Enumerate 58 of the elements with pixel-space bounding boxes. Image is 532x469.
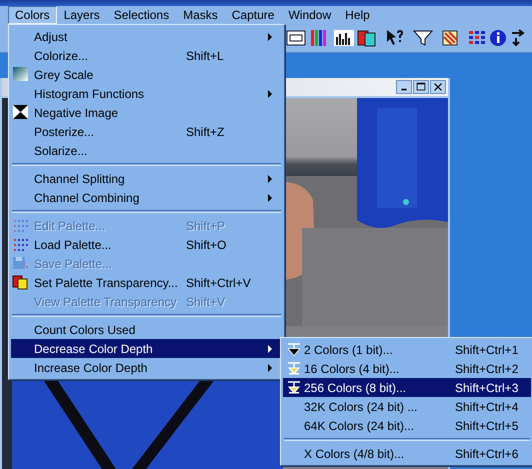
menu-bar-item[interactable]: Help [338,6,377,24]
menu-item[interactable]: Solarize... [11,141,282,160]
overlapping-squares-icon [12,274,29,290]
gradient-square-icon [12,66,29,82]
shortcut-text: Shift+Ctrl+V [186,276,252,290]
shortcut-text: Shift+V [186,294,226,308]
disk-icon [12,255,29,271]
histogram-icon[interactable] [334,29,354,47]
shortcut-text: Shift+Ctrl+4 [455,400,520,414]
shortcut-text: Shift+P [186,218,226,232]
dot-grid-icon [12,236,29,252]
menu-bar-item[interactable]: Colors [8,6,57,24]
menu-item[interactable]: 256 Colors (8 bit)... Shift+Ctrl+3 [283,378,531,397]
menu-bar-item[interactable]: Capture [224,6,282,24]
menu-item[interactable]: Grey Scale [11,65,282,84]
info-icon[interactable] [489,29,507,47]
menu-item[interactable]: Colorize... Shift+L [11,46,282,65]
shortcut-text: Shift+O [186,238,228,252]
menu-bar-item[interactable]: Selections [106,6,176,24]
menu-item[interactable]: 16 Colors (4 bit)... Shift+Ctrl+2 [283,359,531,378]
menu-item[interactable]: 2 Colors (1 bit)... Shift+Ctrl+1 [283,340,531,359]
hourglass-square-icon [12,104,29,120]
menu-item[interactable]: Set Palette Transparency... Shift+Ctrl+V [11,273,282,292]
down-arrow-icon [286,360,303,376]
shortcut-text: Shift+Ctrl+1 [455,342,520,356]
menu-item[interactable]: Channel Combining [11,188,282,207]
shortcut-text: Shift+Ctrl+6 [455,446,520,460]
menu-item[interactable]: Count Colors Used [11,320,282,339]
close-button[interactable] [430,80,446,94]
funnel-icon[interactable] [413,29,433,47]
window-icon[interactable] [286,29,306,47]
shortcut-text: Shift+Z [186,124,226,138]
menu-bar-item[interactable]: Layers [56,6,107,24]
two-squares-icon[interactable] [357,29,377,47]
menu-item[interactable]: Posterize... Shift+Z [11,122,282,141]
menu-item[interactable]: Channel Splitting [11,169,282,188]
menu-bar-item[interactable]: Window [281,6,338,24]
dot-grid-icon [12,217,29,233]
minimize-button[interactable] [396,80,412,94]
down-arrow-icon [286,379,303,395]
menu-item[interactable]: 32K Colors (24 bit) ... Shift+Ctrl+4 [283,397,531,416]
menu-item[interactable]: 64K Colors (24 bit)... Shift+Ctrl+5 [283,416,531,435]
shortcut-text: Shift+L [186,48,225,62]
menu-item[interactable]: Load Palette... Shift+O [11,235,282,254]
menu-item[interactable]: Negative Image [11,103,282,122]
menu-item[interactable]: Histogram Functions [11,84,282,103]
shortcut-text: Shift+Ctrl+3 [455,380,520,394]
maximize-button[interactable] [413,80,429,94]
color-bars-icon[interactable] [309,29,329,47]
menu-item[interactable]: X Colors (4/8 bit)... Shift+Ctrl+6 [283,444,531,463]
menu-item[interactable]: Decrease Color Depth [11,339,282,358]
help-pointer-icon[interactable] [385,29,405,47]
shortcut-text: Shift+Ctrl+2 [455,362,520,376]
menu-bar-item[interactable]: Masks [176,6,225,24]
menu-item[interactable]: Increase Color Depth [11,358,282,377]
down-arrow-icon [286,341,303,357]
shortcut-text: Shift+Ctrl+5 [455,418,520,432]
color-grid-icon[interactable] [467,29,487,47]
